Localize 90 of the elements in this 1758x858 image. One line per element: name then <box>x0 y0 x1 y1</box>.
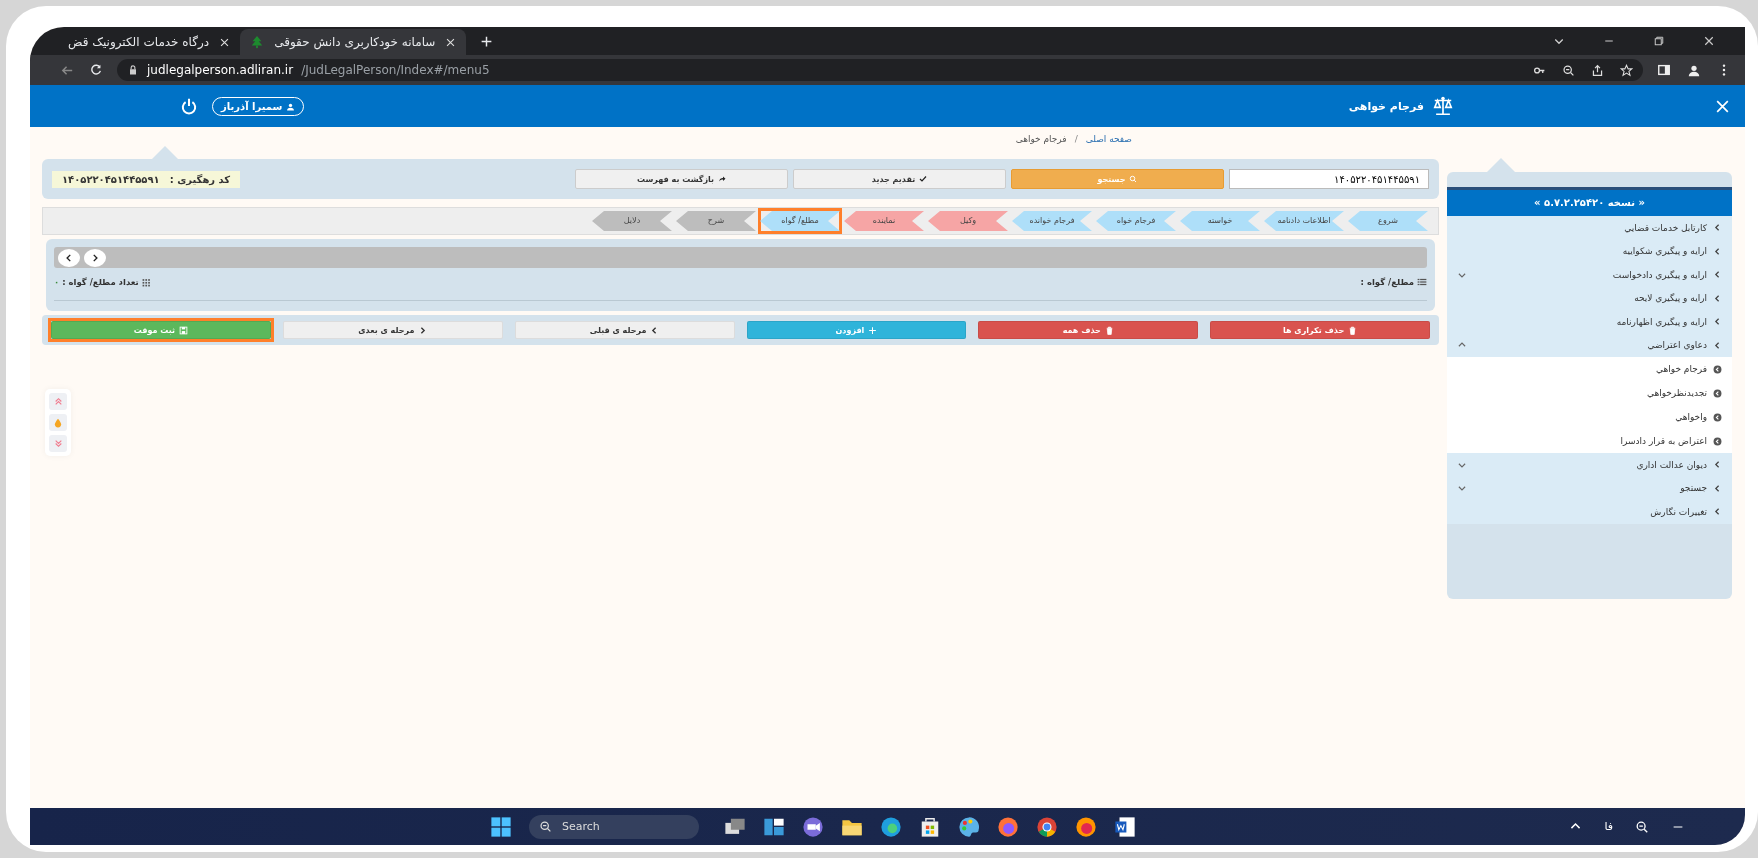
share-arrow-icon <box>718 175 727 183</box>
sidebar-item[interactable]: ارایه و پیگیري لایحه <box>1447 286 1732 310</box>
close-icon[interactable] <box>219 36 231 48</box>
sidebar-item[interactable]: ارایه و پیگیري دادخواست <box>1447 263 1732 287</box>
chevron-right-icon <box>90 252 100 263</box>
sidebar-item[interactable]: ارایه و پیگیري شکواییه <box>1447 239 1732 263</box>
submenu-item[interactable]: واخواهي <box>1447 405 1732 429</box>
side-panel-icon[interactable] <box>1657 63 1671 77</box>
address-bar[interactable]: judlegalperson.adliran.ir /JudLegalPerson/Index#/menu5 <box>117 59 1643 81</box>
submenu-item[interactable]: فرجام خواهي <box>1447 357 1732 381</box>
chevron-icon <box>1713 223 1722 233</box>
version-label: « نسخه ۵.۷.۲.۲۵۴۲۰ » <box>1447 187 1732 216</box>
double-chevron-up-icon <box>53 397 63 406</box>
document-icon[interactable] <box>1114 815 1136 838</box>
breadcrumb-separator: / <box>1074 133 1078 144</box>
trash-icon <box>1104 325 1114 335</box>
plus-icon <box>868 325 878 335</box>
zoom-icon[interactable] <box>1562 63 1575 77</box>
chevron-icon <box>1713 317 1722 327</box>
page-title: فرجام خواهی <box>1348 99 1424 113</box>
previous-page-button[interactable] <box>58 248 80 267</box>
check-icon <box>919 175 928 183</box>
next-page-button[interactable] <box>84 248 106 267</box>
tracking-label: کد رهگیری : <box>169 173 231 185</box>
action-button[interactable]: مرحله ی بعدی <box>282 321 503 339</box>
submenu-item[interactable]: تجدیدنظرخواهي <box>1447 381 1732 405</box>
search-icon <box>539 820 552 833</box>
chevron-icon <box>1713 460 1722 470</box>
windows-icon[interactable] <box>490 815 512 838</box>
restore-icon[interactable] <box>1653 35 1665 47</box>
sidebar-item[interactable]: کارتابل خدمات قضایي <box>1447 216 1732 240</box>
palette-icon[interactable] <box>958 815 980 838</box>
scales-icon <box>1432 95 1454 117</box>
back-to-list-button[interactable]: بازگشت به فهرست <box>575 169 788 189</box>
trash-icon <box>1348 325 1358 335</box>
chevron-icon <box>1713 270 1722 280</box>
arrow-circle-icon <box>1713 412 1722 422</box>
power-icon[interactable] <box>180 97 198 115</box>
new-button[interactable]: تقدیم جدید <box>793 169 1006 189</box>
action-button[interactable]: مرحله ی قبلی <box>514 321 735 339</box>
star-icon[interactable] <box>1620 63 1633 77</box>
chevron-icon <box>1713 507 1722 517</box>
action-button[interactable]: حذف همه <box>978 321 1199 339</box>
sidebar-item[interactable]: دعاوي اعتراضي <box>1447 333 1732 357</box>
search-icon <box>1129 175 1138 183</box>
count-value: ۰ <box>54 277 60 287</box>
panel-title: مطلع/ گواه : <box>1360 277 1414 287</box>
search-field[interactable]: ۱۴۰۵۲۲۰۴۵۱۴۴۵۵۹۱ <box>1229 169 1429 189</box>
submenu-item[interactable]: اعتراض به قرار دادسرا <box>1447 429 1732 453</box>
profile-icon[interactable] <box>1687 63 1701 77</box>
taskbar-search[interactable]: Search <box>529 814 699 839</box>
arrow-circle-icon <box>1713 436 1722 446</box>
lock-icon <box>127 64 139 76</box>
next-icon <box>418 325 428 335</box>
sidebar-item[interactable]: دیوان عدالت اداري <box>1447 453 1732 477</box>
close-icon[interactable] <box>445 36 457 48</box>
arrow-circle-icon <box>1713 364 1722 374</box>
browser-tab[interactable]: درگاه خدمات الکترونیک قض <box>58 29 241 55</box>
close-icon[interactable] <box>1703 35 1715 47</box>
count-label: تعداد مطلع/ گواه : <box>62 277 139 287</box>
chevron-icon <box>1713 483 1722 493</box>
chevron-icon <box>1713 340 1722 350</box>
reload-icon[interactable] <box>89 63 103 77</box>
action-button[interactable]: حذف تکراری ها <box>1210 321 1430 339</box>
tracking-code: ۱۴۰۵۲۲۰۴۵۱۴۴۵۵۹۱ <box>62 173 160 185</box>
language-indicator[interactable]: فا <box>1604 820 1613 833</box>
arrow-circle-icon <box>1713 388 1722 398</box>
chevron-icon <box>1713 246 1722 256</box>
drop-icon <box>53 417 63 428</box>
double-chevron-down-icon <box>53 439 63 448</box>
new-tab-icon[interactable] <box>480 34 494 48</box>
sidebar-item[interactable]: ارایه و پیگیري اظهارنامه <box>1447 310 1732 334</box>
sidebar-item[interactable]: تغییرات نگارش <box>1447 500 1732 524</box>
store-icon[interactable] <box>919 815 941 838</box>
chrome-icon[interactable] <box>1036 815 1058 838</box>
share-icon[interactable] <box>1591 63 1604 77</box>
user-icon <box>286 101 296 111</box>
tree-icon <box>250 35 265 49</box>
chevron-left-icon <box>64 252 74 263</box>
chat-icon[interactable] <box>802 815 824 838</box>
list-icon <box>1417 277 1427 287</box>
breadcrumb-item[interactable]: صفحه اصلی <box>1085 133 1132 144</box>
url-path: /JudLegalPerson/Index#/menu5 <box>301 63 490 77</box>
url-host: judlegalperson.adliran.ir <box>147 63 294 77</box>
browser-tab[interactable]: سامانه خودکاربری دانش حقوقی <box>240 29 467 55</box>
grid-icon <box>141 277 151 287</box>
breadcrumb-item: فرجام خواهی <box>1015 133 1067 144</box>
sidebar-item[interactable]: جستجو <box>1447 476 1732 500</box>
chevron-icon <box>1713 293 1722 303</box>
save-icon <box>179 325 189 335</box>
